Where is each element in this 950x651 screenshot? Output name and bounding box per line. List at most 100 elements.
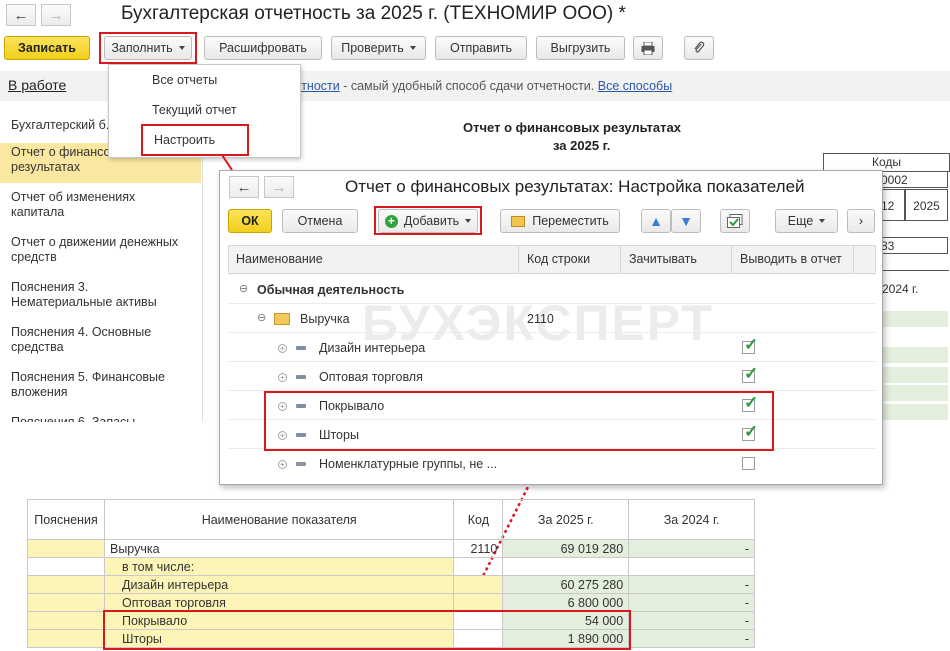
chevron-down-icon <box>819 219 826 223</box>
add-circle-icon: + <box>384 214 398 228</box>
item-icon <box>296 346 306 350</box>
table-header-row: Пояснения Наименование показателя Код За… <box>27 499 755 540</box>
col-header: За 2024 г. <box>628 499 755 540</box>
row-name: Обычная деятельность <box>257 283 405 297</box>
chevron-down-icon <box>465 219 472 223</box>
add-button[interactable]: + Добавить <box>378 209 478 233</box>
tree-row[interactable]: + Шторы ✓ <box>228 421 876 449</box>
value-2025-cell[interactable]: 1 890 000 <box>502 629 630 648</box>
table-row: Покрывало 54 000 - <box>27 611 755 630</box>
check-icon: ✓ <box>744 422 759 441</box>
code-cell <box>453 575 504 594</box>
value-2024-cell[interactable]: - <box>628 593 755 612</box>
scroll-right-button[interactable]: › <box>847 209 875 233</box>
folder-icon <box>274 313 290 325</box>
table-row: Выручка 2110 69 019 280 - <box>27 539 755 558</box>
value-2025-cell[interactable]: 60 275 280 <box>502 575 630 594</box>
check-icon: ✓ <box>744 335 759 354</box>
output-checkbox[interactable]: ✓ <box>742 423 758 441</box>
check-all-button[interactable] <box>720 209 750 233</box>
check-list-icon <box>727 214 743 228</box>
col-header: Наименование показателя <box>103 499 455 540</box>
row-name: Дизайн интерьера <box>319 341 426 355</box>
dialog-back-button[interactable]: ← <box>229 176 259 198</box>
table-row: Оптовая торговля 6 800 000 - <box>27 593 755 612</box>
name-cell: в том числе: <box>103 557 455 576</box>
row-code: 2110 <box>527 312 554 326</box>
col-divider <box>853 245 854 274</box>
move-down-button[interactable]: ▼ <box>671 209 701 233</box>
dialog-forward-button[interactable]: → <box>264 176 294 198</box>
code-cell <box>453 611 504 630</box>
value-2024-cell[interactable]: - <box>628 539 755 558</box>
col-header-code[interactable]: Код строки <box>527 252 590 266</box>
output-checkbox[interactable]: ✓ <box>742 365 758 383</box>
dialog-title: Отчет о финансовых результатах: Настройк… <box>345 177 805 196</box>
output-checkbox[interactable]: ✓ <box>742 336 758 354</box>
value-2024-cell <box>628 557 755 576</box>
arrow-down-icon: ▼ <box>679 213 693 229</box>
expand-icon[interactable]: + <box>278 373 287 382</box>
name-cell: Оптовая торговля <box>103 593 455 612</box>
explanation-cell[interactable] <box>27 539 105 558</box>
name-cell: Дизайн интерьера <box>103 575 455 594</box>
tree-row[interactable]: + Номенклатурные группы, не ... <box>228 450 876 478</box>
cancel-button[interactable]: Отмена <box>282 209 358 233</box>
col-header-output[interactable]: Выводить в отчет <box>740 252 842 266</box>
col-header: Пояснения <box>27 499 105 540</box>
expand-icon[interactable]: + <box>278 402 287 411</box>
check-icon: ✓ <box>744 364 759 383</box>
item-icon <box>296 433 306 437</box>
value-2024-cell[interactable]: - <box>628 575 755 594</box>
expand-icon[interactable]: + <box>278 431 287 440</box>
row-name: Оптовая торговля <box>319 370 423 384</box>
tree-row[interactable]: ⊖ Обычная деятельность <box>228 276 876 304</box>
value-2025-cell <box>502 557 630 576</box>
explanation-cell[interactable] <box>27 593 105 612</box>
tree-row[interactable]: + Покрывало ✓ <box>228 392 876 420</box>
table-row: в том числе: <box>27 557 755 576</box>
value-2025-cell[interactable]: 69 019 280 <box>502 539 630 558</box>
explanation-cell[interactable] <box>27 575 105 594</box>
arrow-right-icon: → <box>271 178 287 196</box>
col-divider <box>731 245 732 274</box>
explanation-cell[interactable] <box>27 629 105 648</box>
move-up-button[interactable]: ▲ <box>641 209 671 233</box>
col-header: Код <box>453 499 504 540</box>
table-row: Дизайн интерьера 60 275 280 - <box>27 575 755 594</box>
tree-row[interactable]: + Дизайн интерьера ✓ <box>228 334 876 362</box>
more-button[interactable]: Еще <box>775 209 838 233</box>
output-checkbox[interactable] <box>742 457 755 470</box>
value-2025-cell[interactable]: 6 800 000 <box>502 593 630 612</box>
tree-row[interactable]: + Оптовая торговля ✓ <box>228 363 876 391</box>
item-icon <box>296 375 306 379</box>
explanation-cell[interactable] <box>27 611 105 630</box>
value-2025-cell[interactable]: 54 000 <box>502 611 630 630</box>
row-name: Шторы <box>319 428 359 442</box>
collapse-icon[interactable]: ⊖ <box>239 282 248 295</box>
explanation-cell <box>27 557 105 576</box>
expand-icon[interactable]: + <box>278 344 287 353</box>
row-name: Номенклатурные группы, не ... <box>319 457 498 471</box>
arrow-left-icon: ← <box>236 178 252 196</box>
check-icon: ✓ <box>744 393 759 412</box>
code-cell <box>453 593 504 612</box>
col-header-count[interactable]: Зачитывать <box>629 252 697 266</box>
collapse-icon[interactable]: ⊖ <box>257 311 266 324</box>
name-cell: Покрывало <box>103 611 455 630</box>
row-name: Покрывало <box>319 399 385 413</box>
move-folder-icon <box>511 215 526 227</box>
value-2024-cell[interactable]: - <box>628 611 755 630</box>
move-button[interactable]: Переместить <box>500 209 620 233</box>
expand-icon[interactable]: + <box>278 460 287 469</box>
tree-row[interactable]: ⊖ Выручка 2110 <box>228 305 876 333</box>
col-header: За 2025 г. <box>502 499 630 540</box>
ok-button[interactable]: ОК <box>228 209 272 233</box>
col-divider <box>620 245 621 274</box>
row-name: Выручка <box>300 312 350 326</box>
col-header-name[interactable]: Наименование <box>236 252 323 266</box>
code-cell <box>453 557 504 576</box>
output-checkbox[interactable]: ✓ <box>742 394 758 412</box>
value-2024-cell[interactable]: - <box>628 629 755 648</box>
chevron-right-icon: › <box>858 214 864 228</box>
